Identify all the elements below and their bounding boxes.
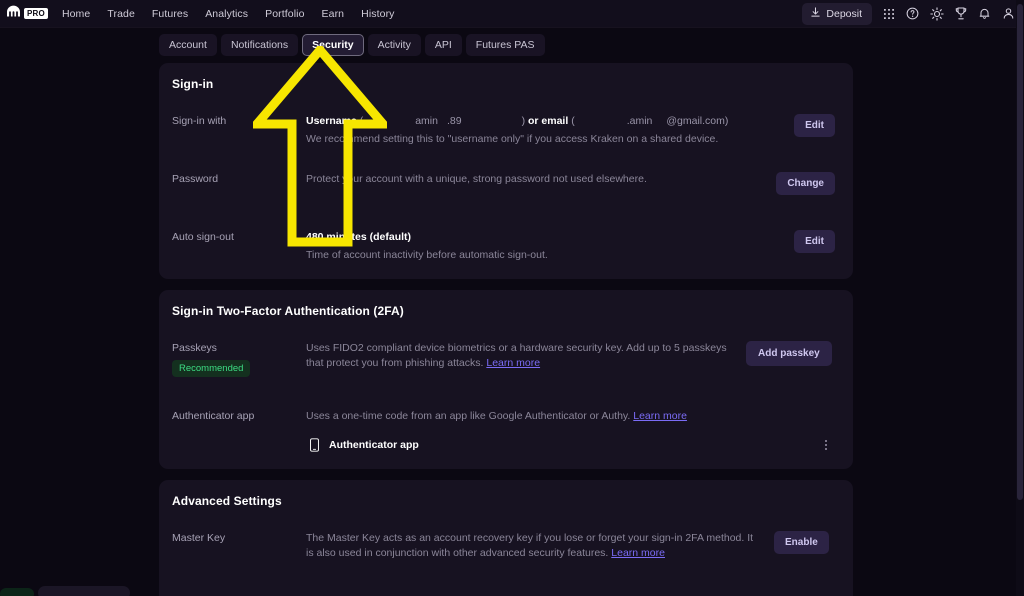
signin-email-paren-open: ( <box>568 115 575 127</box>
signin-paren-open: ( <box>356 115 364 127</box>
master-key-description: The Master Key acts as an account recove… <box>306 532 754 559</box>
signin-card: Sign-in Sign-in with Username (amin .89) … <box>159 63 853 279</box>
passkeys-recommended-badge: Recommended <box>172 360 251 377</box>
bell-icon[interactable] <box>977 6 992 21</box>
signin-email-mid: .amin <box>626 115 653 127</box>
nav-earn[interactable]: Earn <box>322 8 345 20</box>
nav-analytics[interactable]: Analytics <box>205 8 248 20</box>
authenticator-learn-more-link[interactable]: Learn more <box>633 410 687 422</box>
tab-security[interactable]: Security <box>302 34 364 56</box>
signin-with-value: Username (amin .89) or email (.amin @gmail… <box>306 114 782 129</box>
authenticator-label: Authenticator app <box>172 410 255 422</box>
passkeys-label-wrap: Passkeys Recommended <box>172 341 306 377</box>
apps-grid-icon[interactable] <box>881 6 896 21</box>
row-master-key: Master Key The Master Key acts as an acc… <box>172 525 835 577</box>
signin-with-username-word: Username <box>306 115 357 127</box>
auto-signout-edit-button[interactable]: Edit <box>794 230 835 253</box>
auto-signout-label: Auto sign-out <box>172 231 234 243</box>
signin-with-label: Sign-in with <box>172 115 227 127</box>
signin-username-mid: amin <box>415 115 438 127</box>
twofa-card-title: Sign-in Two-Factor Authentication (2FA) <box>172 304 404 318</box>
page-scrollbar-track[interactable] <box>1016 0 1024 596</box>
password-change-button[interactable]: Change <box>776 172 835 195</box>
page-scrollbar-thumb[interactable] <box>1017 4 1023 500</box>
twofa-card: Sign-in Two-Factor Authentication (2FA) … <box>159 290 853 469</box>
master-key-learn-more-link[interactable]: Learn more <box>611 547 665 559</box>
deposit-button[interactable]: Deposit <box>802 2 872 25</box>
brightness-sun-icon[interactable] <box>929 6 944 21</box>
main-navigation: Home Trade Futures Analytics Portfolio E… <box>62 8 395 20</box>
tab-account[interactable]: Account <box>159 34 217 56</box>
authenticator-device-name: Authenticator app <box>329 439 419 451</box>
user-account-icon[interactable] <box>1001 6 1016 21</box>
bottom-toast-accent <box>0 588 34 596</box>
tab-futures-pas[interactable]: Futures PAS <box>465 34 545 56</box>
trophy-icon[interactable] <box>953 6 968 21</box>
add-passkey-button[interactable]: Add passkey <box>746 341 832 366</box>
row-password: Password Protect your account with a uni… <box>172 166 835 210</box>
passkeys-learn-more-link[interactable]: Learn more <box>486 357 540 369</box>
mobile-phone-icon <box>306 438 322 452</box>
nav-history[interactable]: History <box>361 8 394 20</box>
signin-email-domain: @gmail.com) <box>666 115 729 127</box>
help-circle-icon[interactable] <box>905 6 920 21</box>
tab-activity[interactable]: Activity <box>367 34 421 56</box>
advanced-settings-card: Advanced Settings Master Key The Master … <box>159 480 853 596</box>
master-key-label: Master Key <box>172 532 226 544</box>
nav-home[interactable]: Home <box>62 8 90 20</box>
authenticator-description: Uses a one-time code from an app like Go… <box>306 410 631 422</box>
auto-signout-value: 480 minutes (default) <box>306 231 412 243</box>
signin-card-title: Sign-in <box>172 77 214 91</box>
download-icon <box>810 6 821 21</box>
nav-futures[interactable]: Futures <box>152 8 188 20</box>
password-label: Password <box>172 173 219 185</box>
auto-signout-description: Time of account inactivity before automa… <box>306 249 548 261</box>
settings-content: Sign-in Sign-in with Username (amin .89) … <box>0 63 1024 596</box>
nav-trade[interactable]: Trade <box>107 8 135 20</box>
top-header: PRO Home Trade Futures Analytics Portfol… <box>0 0 1024 28</box>
kebab-menu-icon[interactable] <box>821 440 831 450</box>
row-signin-with: Sign-in with Username (amin .89) or email… <box>172 108 835 152</box>
password-description: Protect your account with a unique, stro… <box>306 173 647 185</box>
app-root: PRO Home Trade Futures Analytics Portfol… <box>0 0 1024 596</box>
signin-or-email-word: or email <box>528 115 569 127</box>
row-authenticator-app: Authenticator app Uses a one-time code f… <box>172 403 835 453</box>
passkeys-label: Passkeys <box>172 342 217 354</box>
bottom-toast-sliver[interactable] <box>38 586 130 596</box>
tab-api[interactable]: API <box>424 34 462 56</box>
master-key-enable-button[interactable]: Enable <box>774 531 829 554</box>
row-passkeys: Passkeys Recommended Uses FIDO2 complian… <box>172 335 835 387</box>
brand-logo[interactable]: PRO <box>6 5 48 23</box>
kraken-logo-icon <box>6 5 21 23</box>
settings-tab-bar: Account Notifications Security Activity … <box>0 28 1024 63</box>
tab-notifications[interactable]: Notifications <box>220 34 299 56</box>
signin-username-suffix: .89 <box>446 115 462 127</box>
signin-with-description: We recommend setting this to "username o… <box>306 133 719 145</box>
authenticator-device-row: Authenticator app <box>306 438 835 452</box>
row-auto-signout: Auto sign-out 480 minutes (default) Time… <box>172 224 835 263</box>
advanced-card-title: Advanced Settings <box>172 494 282 508</box>
header-actions: Deposit <box>802 2 1016 25</box>
deposit-label: Deposit <box>826 7 862 20</box>
pro-badge: PRO <box>24 8 48 19</box>
nav-portfolio[interactable]: Portfolio <box>265 8 304 20</box>
signin-with-edit-button[interactable]: Edit <box>794 114 835 137</box>
